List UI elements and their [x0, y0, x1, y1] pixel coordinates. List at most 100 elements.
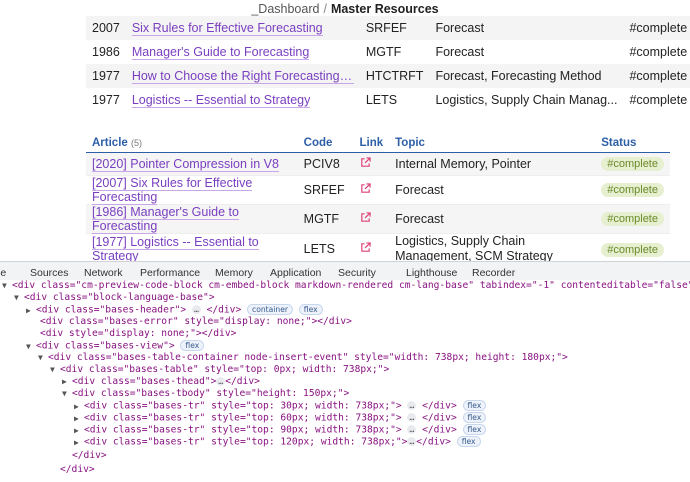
table-row: [1986] Manager's Guide to Forecasting MG…	[86, 204, 670, 234]
year-cell: 2007	[86, 16, 126, 40]
topic-cell: Forecast, Forecasting Method	[429, 64, 624, 88]
tab-memory[interactable]: Memory	[215, 267, 253, 279]
tab-performance[interactable]: Performance	[140, 267, 200, 279]
code-cell: MGTF	[365, 45, 402, 59]
code-cell: SRFEF	[297, 175, 354, 205]
status-cell: #complete	[629, 45, 688, 59]
collapse-triangle-icon[interactable]: ▶	[26, 305, 36, 317]
expand-triangle-icon[interactable]: ▼	[50, 364, 60, 376]
article-link[interactable]: [1986] Manager's Guide to Forecasting	[92, 204, 239, 234]
topic-cell: Forecast	[389, 204, 596, 234]
title-link[interactable]: Manager's Guide to Forecasting	[131, 45, 310, 60]
header-link[interactable]: Link	[353, 134, 390, 153]
collapse-triangle-icon[interactable]: ▶	[74, 413, 84, 425]
header-article[interactable]: Article (5)	[86, 134, 298, 153]
tab-application[interactable]: Application	[270, 267, 321, 279]
external-link-icon[interactable]	[360, 211, 372, 224]
title-link[interactable]: Logistics -- Essential to Strategy	[131, 93, 311, 108]
expand-triangle-icon[interactable]: ▼	[2, 280, 12, 292]
table-row: 1977 Logistics -- Essential to Strategy …	[86, 88, 690, 112]
table-row: [2007] Six Rules for Effective Forecasti…	[86, 175, 670, 205]
article-link[interactable]: [2007] Six Rules for Effective Forecasti…	[92, 175, 253, 205]
tab-recorder[interactable]: Recorder	[472, 267, 515, 279]
flex-badge[interactable]: flex	[462, 400, 487, 411]
dom-node[interactable]: <div class="bases-error" style="display:…	[40, 316, 352, 328]
dom-node[interactable]: ▼ <div class="bases-table-container node-…	[38, 352, 568, 364]
header-topic[interactable]: Topic	[389, 134, 596, 153]
collapse-triangle-icon[interactable]: ▶	[74, 425, 84, 437]
ellipsis-button[interactable]: …	[407, 401, 417, 410]
dom-node[interactable]: ▶ <div class="bases-tr" style="top: 120px…	[74, 436, 481, 448]
expand-triangle-icon[interactable]: ▼	[38, 352, 48, 364]
ellipsis-button[interactable]: …	[407, 413, 417, 422]
expand-triangle-icon[interactable]: ▼	[14, 292, 24, 304]
external-link-icon[interactable]	[360, 182, 372, 195]
flex-badge[interactable]: flex	[298, 304, 323, 315]
topic-cell: Forecast	[435, 45, 485, 59]
ellipsis-button[interactable]: …	[407, 425, 417, 434]
flex-badge[interactable]: flex	[462, 412, 487, 423]
dom-node[interactable]: ▼ <div class="bases-view"> flex	[26, 340, 205, 353]
ellipsis-button[interactable]: …	[191, 305, 201, 314]
ellipsis-button[interactable]: …	[407, 437, 417, 446]
title-link[interactable]: Six Rules for Effective Forecasting	[131, 21, 323, 36]
container-badge[interactable]: container	[247, 304, 293, 315]
tab-elements[interactable]: le	[0, 267, 6, 279]
code-cell: SRFEF	[359, 16, 430, 40]
topic-cell: Internal Memory, Pointer	[389, 152, 596, 176]
header-code[interactable]: Code	[297, 134, 354, 153]
status-cell: #complete	[629, 93, 688, 107]
dom-node[interactable]: ▼ <div class="bases-tbody" style="height:…	[62, 388, 349, 400]
dom-close-tag: </div>	[60, 464, 95, 475]
expand-triangle-icon[interactable]: ▼	[26, 341, 36, 353]
external-link-icon[interactable]	[360, 156, 372, 169]
topic-cell: Logistics, Supply Chain Manag...	[435, 93, 618, 107]
table-header-row: Article (5) Code Link Topic Status	[86, 134, 670, 153]
table-row: 1977 How to Choose the Right Forecasting…	[86, 64, 690, 88]
dom-close-tag: </div>	[72, 450, 107, 461]
tab-security[interactable]: Security	[338, 267, 376, 279]
dom-node[interactable]: ▶ <div class="bases-header"> … </div> con…	[26, 304, 323, 316]
flex-badge[interactable]: flex	[456, 436, 481, 447]
external-link-icon[interactable]	[360, 242, 372, 254]
tab-lighthouse[interactable]: Lighthouse	[406, 267, 457, 279]
breadcrumb: _Dashboard / Master Resources	[0, 2, 690, 16]
dom-node[interactable]: ▶ <div class="bases-tr" style="top: 30px;…	[74, 400, 487, 413]
article-count: (5)	[131, 137, 142, 148]
article-table: Article (5) Code Link Topic Status [2020…	[86, 134, 670, 266]
ellipsis-button[interactable]: …	[216, 376, 226, 386]
dom-node[interactable]: ▼ <div class="block-language-base">	[14, 292, 215, 304]
topic-cell: Forecast	[429, 16, 624, 40]
year-cell: 1977	[92, 93, 120, 107]
flex-badge[interactable]: flex	[462, 424, 487, 435]
header-status[interactable]: Status	[595, 134, 670, 153]
dom-node[interactable]: ▼ <div class="bases-table" style="top: 0p…	[50, 364, 389, 376]
status-badge[interactable]: #complete	[601, 242, 664, 257]
status-badge[interactable]: #complete	[601, 157, 664, 171]
code-cell: HTCTRFT	[359, 64, 430, 88]
article-link[interactable]: [2020] Pointer Compression in V8	[92, 156, 279, 172]
status-badge[interactable]: #complete	[601, 212, 664, 226]
dom-node[interactable]: ▼ <div class="cm-preview-code-block cm-em…	[2, 280, 690, 292]
dom-node[interactable]: ▶ <div class="bases-tr" style="top: 90px;…	[74, 424, 487, 437]
dom-node[interactable]: <div style="display: none;"></div>	[40, 328, 236, 340]
expand-triangle-icon[interactable]: ▼	[62, 388, 72, 400]
topic-cell: Forecast	[389, 175, 596, 205]
collapse-triangle-icon[interactable]: ▶	[74, 437, 84, 449]
tab-sources[interactable]: Sources	[30, 267, 69, 279]
resource-table: 2007 Six Rules for Effective Forecasting…	[86, 16, 690, 112]
collapse-triangle-icon[interactable]: ▶	[62, 376, 72, 388]
code-cell: LETS	[365, 93, 398, 107]
dom-node[interactable]: ▶ <div class="bases-thead">… </div>	[62, 376, 260, 388]
dom-node[interactable]: ▶ <div class="bases-tr" style="top: 60px;…	[74, 412, 487, 425]
title-link[interactable]: How to Choose the Right Forecasting Tech…	[131, 69, 354, 84]
status-badge[interactable]: #complete	[601, 183, 664, 197]
breadcrumb-parent[interactable]: _Dashboard	[251, 2, 319, 16]
tab-network[interactable]: Network	[84, 267, 123, 279]
code-cell: PCIV8	[297, 152, 354, 176]
article-link[interactable]: [1977] Logistics -- Essential to Strateg…	[92, 235, 259, 264]
dom-tree: ▼ <div class="cm-preview-code-block cm-em…	[0, 280, 690, 482]
table-row: 2007 Six Rules for Effective Forecasting…	[86, 16, 690, 40]
collapse-triangle-icon[interactable]: ▶	[74, 401, 84, 413]
flex-badge[interactable]: flex	[180, 340, 205, 351]
